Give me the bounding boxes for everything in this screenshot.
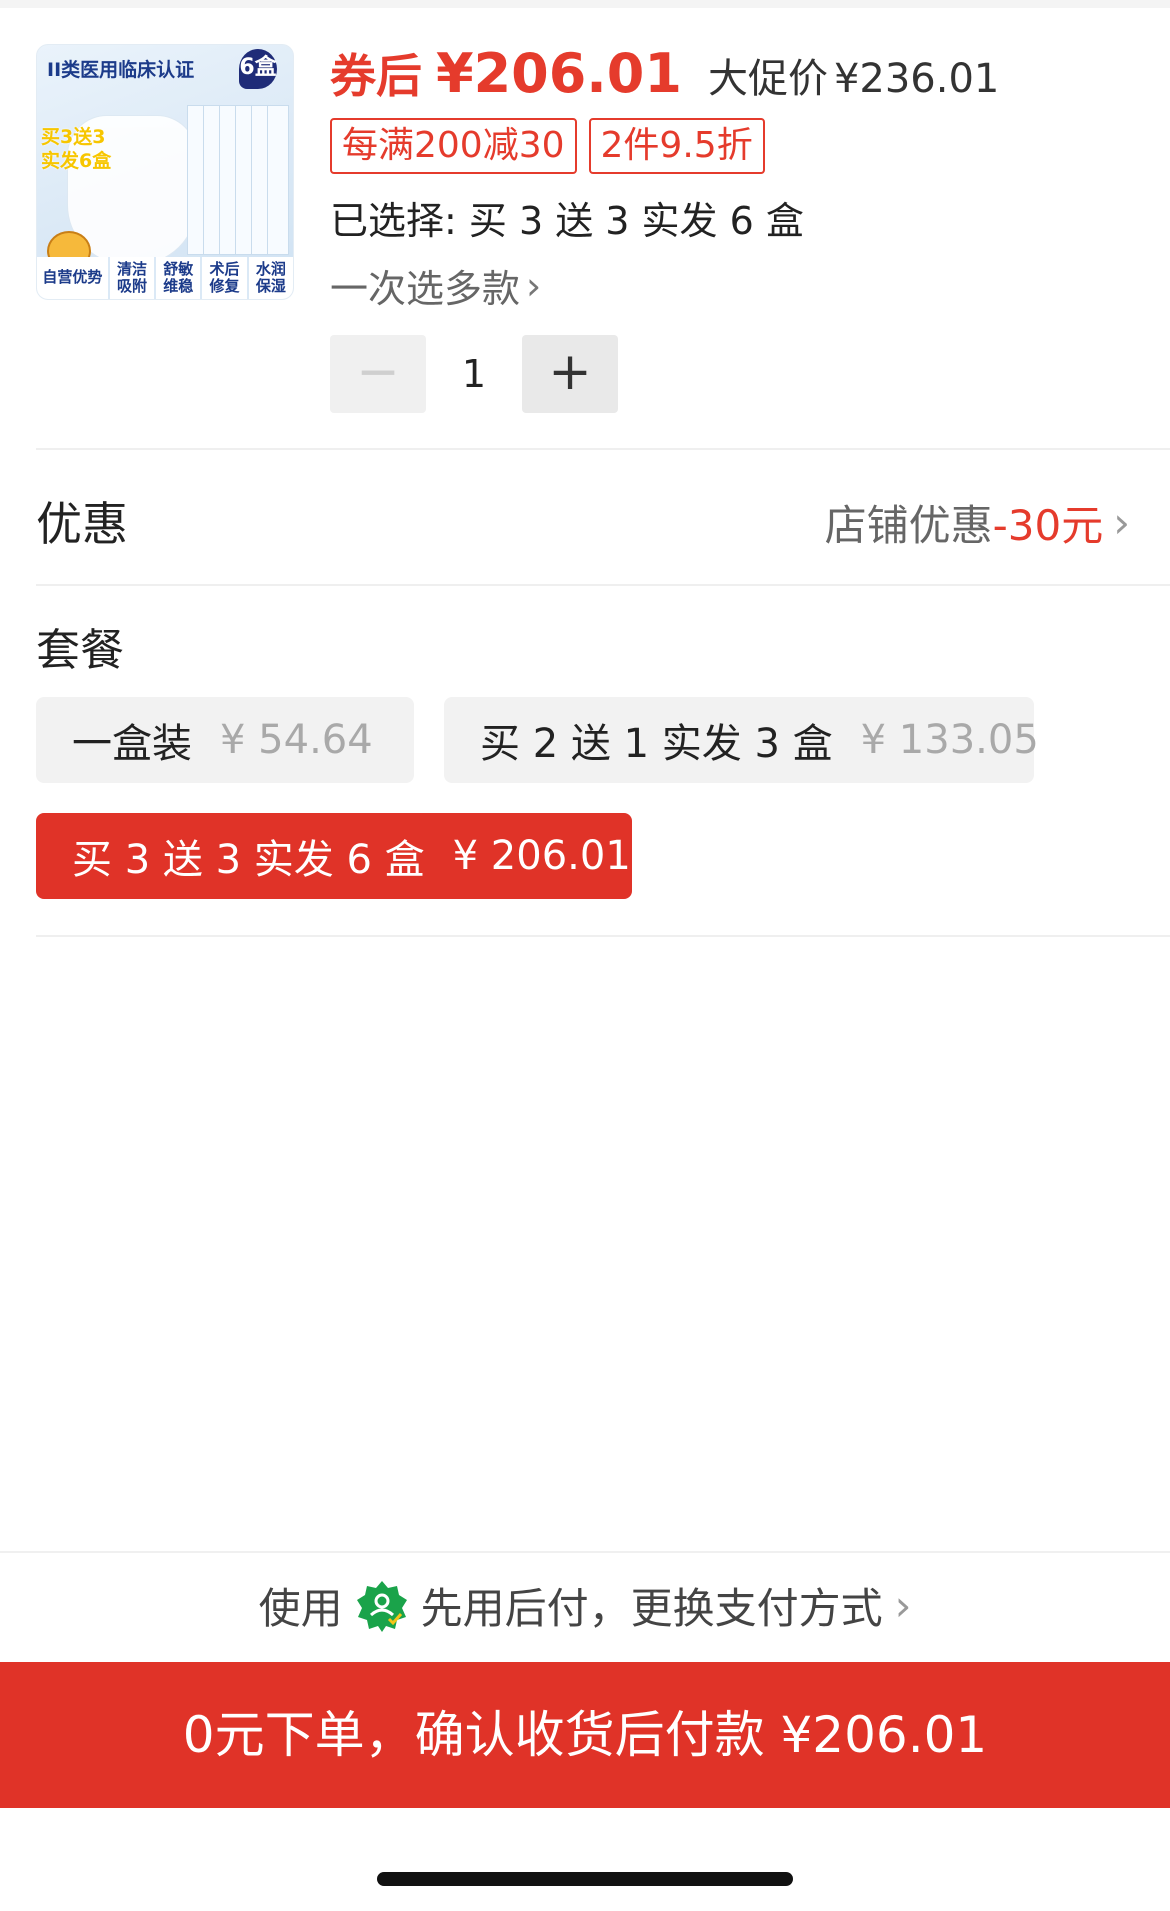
thumb-promo: 买3送3 实发6盒 [41,126,112,172]
coupon-price-label: 券后 [330,49,422,103]
package-label: 一盒装 [72,721,192,767]
divider [36,448,1170,450]
thumb-feature: 术后修复 [200,257,247,299]
top-strip [0,0,1170,8]
chevron-right-icon: › [1113,498,1130,547]
divider [36,935,1170,937]
quantity-stepper[interactable]: − 1 + [330,335,618,413]
chevron-right-icon: › [894,1581,912,1630]
thumb-feature: 水润保湿 [246,257,293,299]
discount-row[interactable]: 店铺优惠 -30元 › [825,492,1130,553]
payment-method-label: 先用后付，更换支付方式 [420,1584,883,1633]
mask-packs-illustration [187,105,289,255]
thumb-feature-row: 自营优势 清洁吸附 舒敏维稳 术后修复 水润保湿 [37,257,293,299]
increase-button[interactable]: + [522,335,618,413]
use-label: 使用 [258,1584,343,1633]
promo-tag: 每满200减30 [330,118,577,174]
price-line: 券后 ¥206.01 大促价 ¥236.01 [330,40,1000,105]
payment-method-row[interactable]: 使用 先用后付，更换支付方式 › [0,1575,1170,1636]
promo-tag: 2件9.5折 [588,118,765,174]
chevron-right-icon: › [526,263,542,308]
package-price: ¥ 206.01 [452,833,631,879]
decrease-button[interactable]: − [330,335,426,413]
store-discount-label: 店铺优惠 [824,501,993,550]
quantity-value[interactable]: 1 [426,352,522,396]
package-option[interactable]: 买 2 送 1 实发 3 盒 ¥ 133.05 [444,697,1039,783]
box-count-badge: 6盒 [239,49,277,89]
thumb-feature: 自营优势 [37,257,108,299]
divider [0,1551,1170,1553]
selected-variant: 已选择: 买 3 送 3 实发 6 盒 [330,199,804,243]
package-option-selected[interactable]: 买 3 送 3 实发 6 盒 ¥ 206.01 [36,813,632,899]
package-label: 买 2 送 1 实发 3 盒 [480,721,833,767]
promo-price-label: 大促价 [707,56,828,102]
home-indicator [377,1872,793,1886]
promo-price: ¥236.01 [833,56,1000,102]
place-order-button[interactable]: 0元下单，确认收货后付款 ¥206.01 [0,1662,1170,1808]
package-price: ¥ 54.64 [220,717,373,763]
badge-check-icon [356,1580,407,1632]
package-label: 买 3 送 3 实发 6 盒 [72,837,425,883]
package-option[interactable]: 一盒装 ¥ 54.64 [36,697,414,783]
thumb-feature: 舒敏维稳 [154,257,201,299]
product-thumbnail[interactable]: II类医用临床认证 6盒 买3送3 实发6盒 自营优势 清洁吸附 舒敏维稳 术后… [36,44,294,300]
cert-label: II类医用临床认证 [47,59,195,81]
thumb-feature: 清洁吸附 [107,257,155,299]
coupon-price: ¥206.01 [436,42,682,105]
multi-select-label: 一次选多款 [330,267,521,311]
multi-select-link[interactable]: 一次选多款 › [330,258,541,313]
divider [36,584,1170,586]
package-title: 套餐 [36,625,124,676]
package-price: ¥ 133.05 [860,717,1039,763]
promo-tags: 每满200减30 2件9.5折 [330,118,765,174]
discount-title: 优惠 [36,497,128,551]
discount-amount: -30元 [992,501,1104,550]
